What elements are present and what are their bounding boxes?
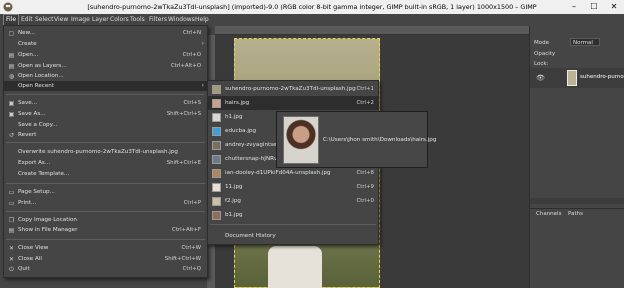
menu-edit[interactable]: Edit	[21, 16, 33, 23]
close-button[interactable]: ✕	[604, 1, 624, 13]
lock-label: Lock:	[534, 61, 549, 67]
file-thumbnail	[212, 99, 221, 108]
menu-colors[interactable]: Colors	[110, 16, 129, 23]
page-setup-icon: ▭	[8, 189, 15, 196]
menu-item-show-file-manager[interactable]: ▤ Show in File Manager Ctrl+Alt+F	[4, 225, 207, 235]
file-thumbnail	[212, 141, 221, 150]
file-thumbnail	[212, 183, 221, 192]
menu-item-quit[interactable]: ⏻ Quit Ctrl+Q	[4, 264, 207, 274]
close-view-icon: ✕	[8, 245, 15, 252]
menu-item-new[interactable]: ▢ New... Ctrl+N	[4, 28, 207, 38]
menu-item-page-setup[interactable]: ▭ Page Setup...	[4, 187, 207, 197]
menu-item-open-location[interactable]: ◍ Open Location...	[4, 71, 207, 81]
menu-item-document-history[interactable]: Document History	[208, 229, 378, 243]
mode-value: Normal	[573, 40, 593, 46]
recent-item[interactable]: suhendro-purnomo-2wTkaZu3TdI-unsplash.jp…	[208, 82, 378, 96]
recent-file-tooltip: C:\Users\jhon smith\Downloads\hairs.jpg	[276, 111, 436, 168]
file-path: C:\Users\jhon smith\Downloads\hairs.jpg	[323, 137, 437, 143]
menu-item-close-view[interactable]: ✕ Close View Ctrl+W	[4, 243, 207, 253]
recent-item[interactable]: 11.jpg Ctrl+9	[208, 180, 378, 194]
menu-item-print[interactable]: ▭ Print... Ctrl+P	[4, 198, 207, 208]
recent-item[interactable]: f2.jpg Ctrl+0	[208, 194, 378, 208]
file-thumbnail	[212, 197, 221, 206]
chevron-right-icon: ›	[201, 40, 204, 47]
file-thumbnail	[212, 85, 221, 94]
mode-select[interactable]: Normal	[570, 38, 600, 46]
menu-separator	[210, 224, 376, 225]
menu-view[interactable]: View	[54, 16, 68, 23]
dock-tabs: Channels Paths	[530, 208, 624, 218]
file-thumbnail	[212, 155, 221, 164]
menu-separator	[6, 94, 205, 95]
file-thumbnail	[212, 113, 221, 122]
dock-separator	[530, 198, 624, 204]
menu-file[interactable]: File	[2, 14, 20, 26]
opacity-label: Opacity	[534, 51, 556, 57]
menu-item-open-as-layers[interactable]: ▤ Open as Layers... Ctrl+Alt+O	[4, 61, 207, 71]
menu-item-revert[interactable]: ↺ Revert	[4, 130, 207, 140]
menu-layer[interactable]: Layer	[92, 16, 109, 23]
file-thumbnail	[212, 211, 221, 220]
menu-item-open-recent[interactable]: Open Recent ›	[4, 81, 207, 91]
menu-item-overwrite[interactable]: Overwrite suhendro-purnomo-2wTkaZu3TdI-u…	[4, 147, 207, 157]
layer-name[interactable]: suhendro-purnomo	[580, 74, 624, 80]
open-folder-icon: ▤	[8, 52, 15, 59]
menu-separator	[6, 183, 205, 184]
horizontal-ruler[interactable]	[215, 26, 529, 35]
print-icon: ▭	[8, 200, 15, 207]
copy-icon: ❐	[8, 217, 15, 224]
open-layers-icon: ▤	[8, 63, 15, 70]
revert-icon: ↺	[8, 132, 15, 139]
menu-item-save-as[interactable]: ▣ Save As... Shift+Ctrl+S	[4, 109, 207, 119]
maximize-button[interactable]: ☐	[584, 1, 604, 13]
globe-icon: ◍	[8, 73, 15, 80]
chevron-right-icon: ›	[201, 82, 204, 89]
menu-separator	[6, 239, 205, 240]
menu-help[interactable]: Help	[195, 16, 209, 23]
save-as-icon: ▣	[8, 111, 15, 118]
file-thumbnail	[212, 127, 221, 136]
close-all-icon: ✕	[8, 256, 15, 263]
eye-icon[interactable]: 👁	[536, 74, 545, 82]
file-manager-icon: ▤	[8, 227, 15, 234]
menu-select[interactable]: Select	[35, 16, 54, 23]
menu-item-create[interactable]: Create ›	[4, 39, 207, 49]
recent-item[interactable]: b1.jpg	[208, 208, 378, 222]
menu-tools[interactable]: Tools	[130, 16, 145, 23]
window-title: [suhendro-purnomo-2wTkaZu3TdI-unsplash] …	[87, 3, 537, 11]
layers-dock: Mode Normal Opacity Lock:	[529, 26, 624, 288]
image-preview	[283, 116, 319, 164]
new-doc-icon: ▢	[8, 30, 15, 37]
menu-separator	[6, 142, 205, 143]
menu-item-open[interactable]: ▤ Open... Ctrl+O	[4, 50, 207, 60]
layer-thumbnail	[567, 70, 577, 86]
save-icon: ▣	[8, 100, 15, 107]
menu-item-create-template[interactable]: Create Template...	[4, 169, 207, 179]
quit-icon: ⏻	[9, 266, 14, 273]
menu-item-copy-location[interactable]: ❐ Copy Image Location	[4, 215, 207, 225]
menu-item-save-copy[interactable]: Save a Copy...	[4, 120, 207, 130]
menu-filters[interactable]: Filters	[149, 16, 167, 23]
menu-item-save[interactable]: ▣ Save... Ctrl+S	[4, 98, 207, 108]
title-bar: [suhendro-purnomo-2wTkaZu3TdI-unsplash] …	[0, 0, 624, 14]
tab-paths[interactable]: Paths	[568, 211, 583, 217]
tab-channels[interactable]: Channels	[536, 211, 561, 217]
menu-item-close-all[interactable]: ✕ Close All Shift+Ctrl+W	[4, 254, 207, 264]
menu-image[interactable]: Image	[71, 16, 90, 23]
menu-item-export-as[interactable]: Export As... Shift+Ctrl+E	[4, 158, 207, 168]
image-subject	[268, 246, 322, 288]
recent-item[interactable]: hairs.jpg Ctrl+2	[208, 96, 378, 110]
menu-windows[interactable]: Windows	[168, 16, 195, 23]
minimize-button[interactable]: –	[564, 1, 584, 13]
file-menu: ▢ New... Ctrl+N Create › ▤ Open... Ctrl+…	[3, 25, 208, 278]
file-thumbnail	[212, 169, 221, 178]
menu-separator	[6, 211, 205, 212]
recent-item[interactable]: ian-dooley-d1UPkiFd04A-unsplash.jpg Ctrl…	[208, 166, 378, 180]
